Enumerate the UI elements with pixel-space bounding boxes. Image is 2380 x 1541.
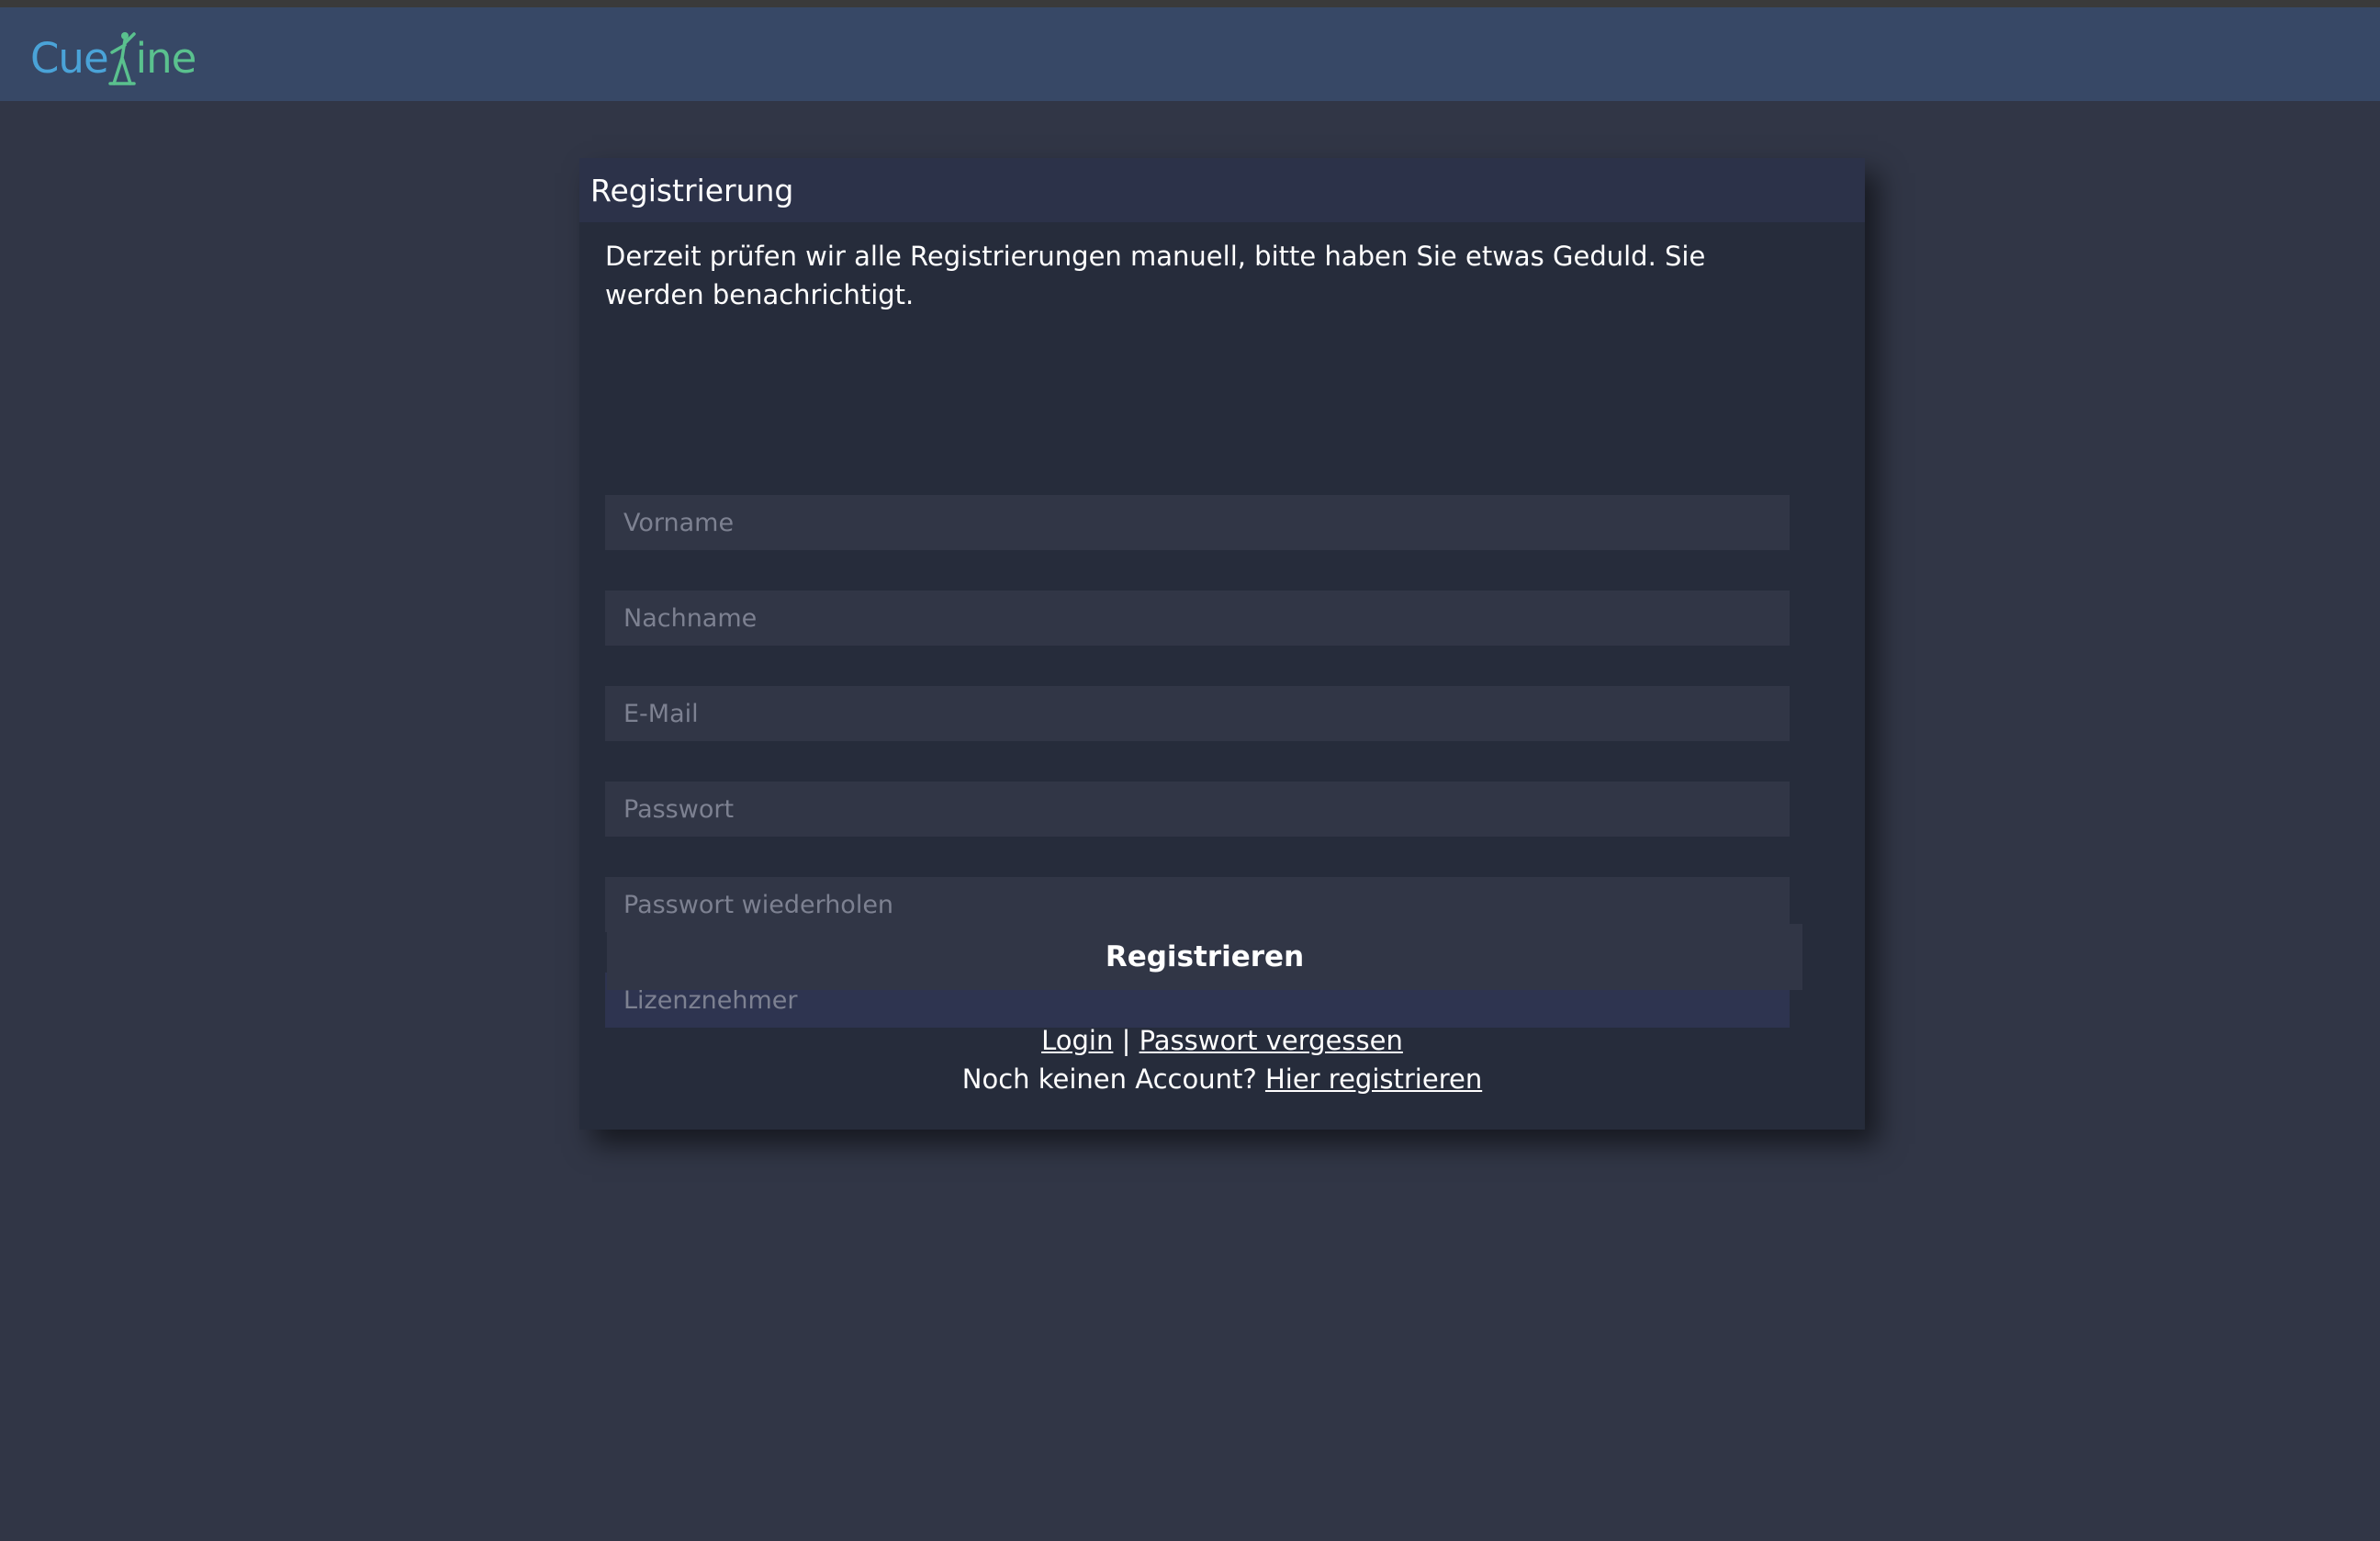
links-row-1: Login | Passwort vergessen bbox=[579, 1021, 1865, 1060]
card-header: Registrierung bbox=[579, 158, 1865, 222]
logo-text-cue: Cue bbox=[30, 33, 109, 83]
first-name-input[interactable] bbox=[605, 495, 1790, 550]
page-title: Registrierung bbox=[590, 172, 794, 208]
link-separator: | bbox=[1121, 1025, 1139, 1056]
email-input[interactable] bbox=[605, 686, 1790, 741]
footer-links: Login | Passwort vergessen Noch keinen A… bbox=[579, 1021, 1865, 1098]
registration-notice: Derzeit prüfen wir alle Registrierungen … bbox=[605, 241, 1706, 310]
logo-text-ine: ine bbox=[135, 33, 197, 83]
person-figure-icon bbox=[107, 32, 136, 85]
password-input[interactable] bbox=[605, 782, 1790, 837]
registration-card: Registrierung Derzeit prüfen wir alle Re… bbox=[579, 158, 1865, 1130]
no-account-text: Noch keinen Account? bbox=[961, 1063, 1265, 1095]
forgot-password-link[interactable]: Passwort vergessen bbox=[1139, 1025, 1403, 1056]
register-button[interactable]: Registrieren bbox=[607, 924, 1802, 990]
app-header: Cue ine bbox=[0, 7, 2380, 101]
login-link[interactable]: Login bbox=[1041, 1025, 1113, 1056]
top-strip bbox=[0, 0, 2380, 7]
last-name-input[interactable] bbox=[605, 591, 1790, 646]
register-here-link[interactable]: Hier registrieren bbox=[1265, 1063, 1482, 1095]
logo[interactable]: Cue ine bbox=[30, 26, 196, 90]
links-row-2: Noch keinen Account? Hier registrieren bbox=[579, 1060, 1865, 1098]
